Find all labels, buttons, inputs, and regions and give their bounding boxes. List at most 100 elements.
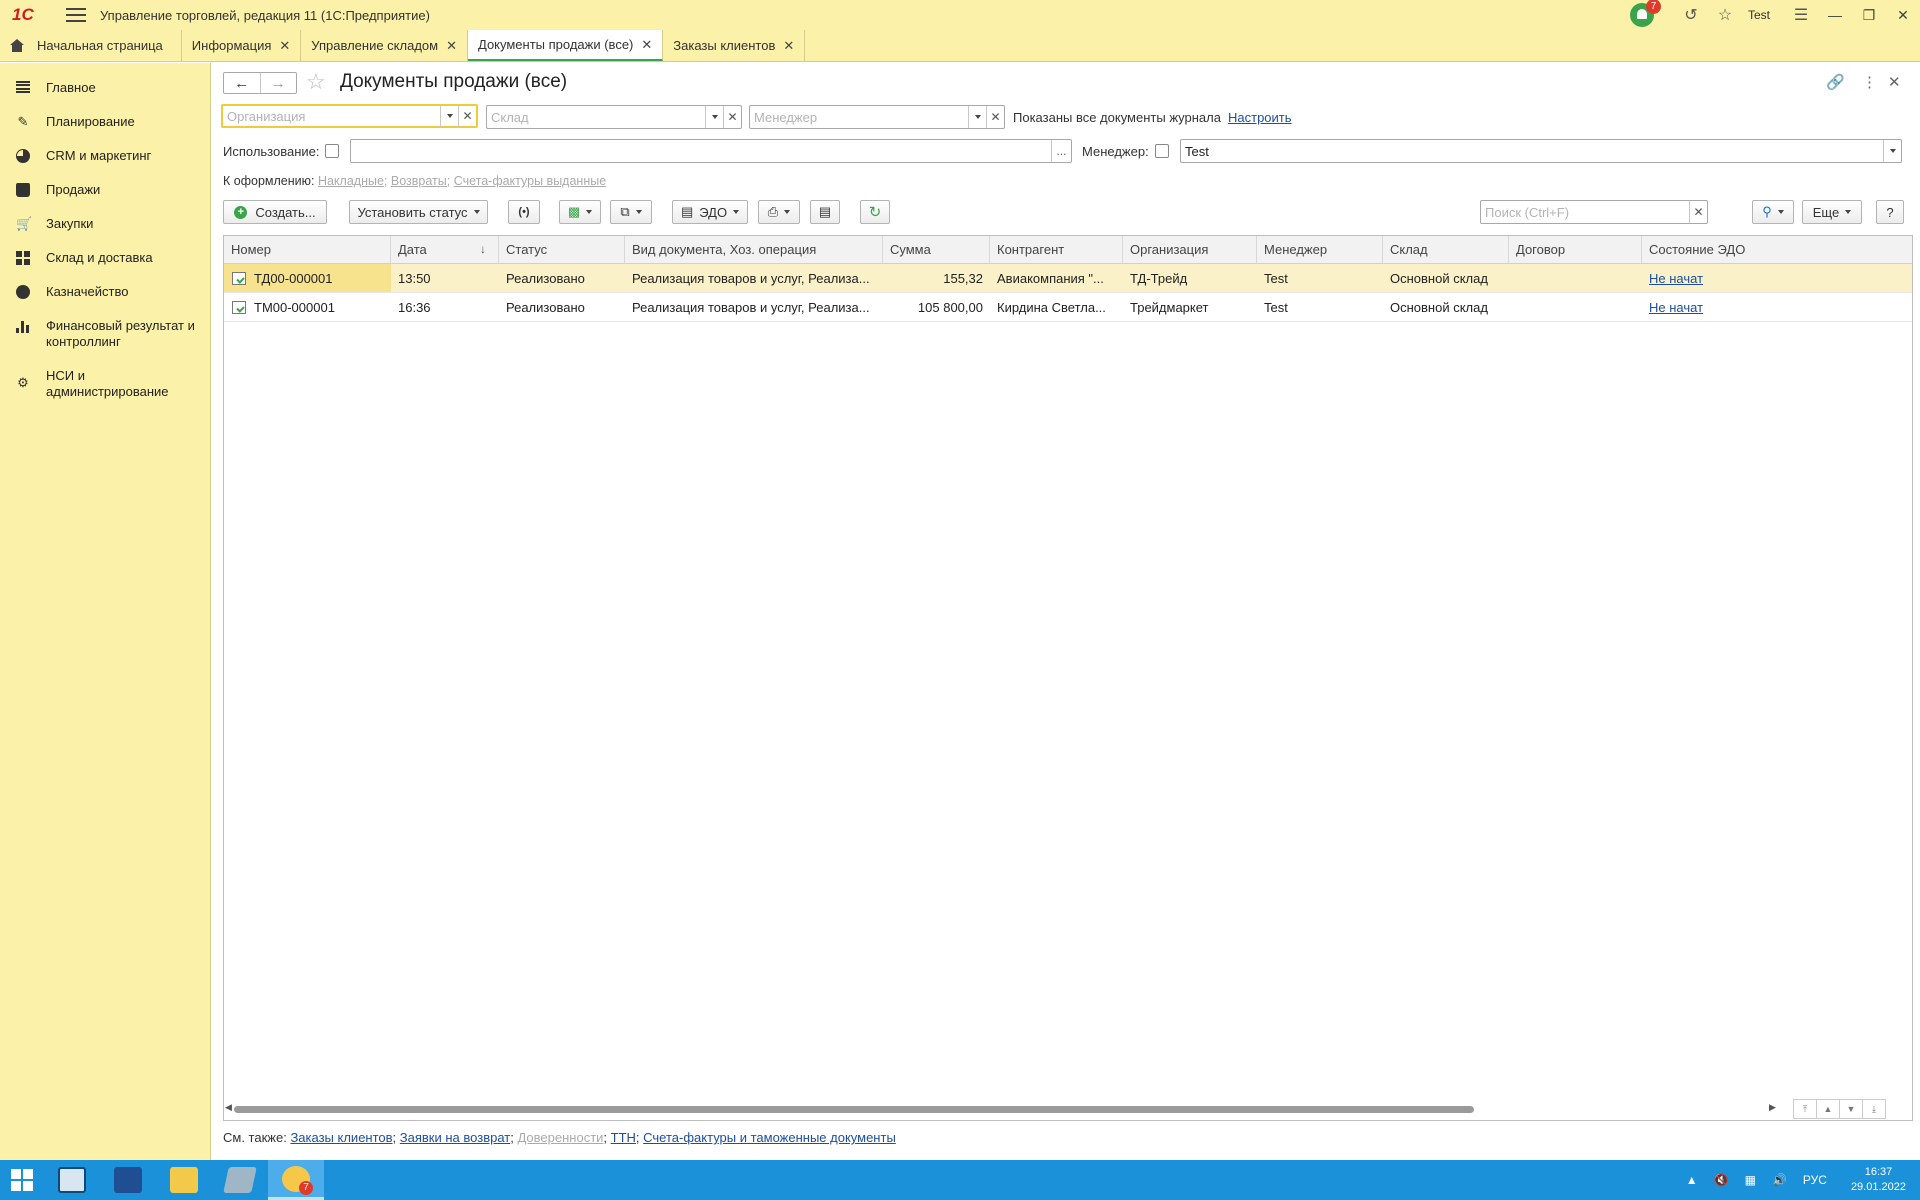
- taskbar-tablet-app[interactable]: [212, 1160, 268, 1200]
- scroll-down-icon[interactable]: ▼: [1839, 1099, 1863, 1119]
- close-tab-icon[interactable]: ✕: [279, 38, 290, 54]
- horizontal-scrollbar[interactable]: [234, 1106, 1474, 1113]
- close-window-button[interactable]: ✕: [1886, 0, 1920, 30]
- manager-filter-field[interactable]: Менеджер ✕: [749, 105, 1005, 129]
- clear-icon[interactable]: ✕: [458, 105, 476, 127]
- settings-menu-icon[interactable]: ☰: [1784, 0, 1818, 30]
- ttn-link[interactable]: ТТН: [611, 1130, 636, 1145]
- powers-of-attorney-link[interactable]: Доверенности: [517, 1130, 603, 1145]
- scroll-right-icon[interactable]: ▶: [1769, 1102, 1776, 1113]
- scroll-left-icon[interactable]: ◀: [225, 1102, 232, 1113]
- column-sum[interactable]: Сумма: [883, 236, 990, 263]
- sidebar-item-treasury[interactable]: ₽ Казначейство: [0, 275, 210, 309]
- manager-field[interactable]: Test: [1180, 139, 1902, 163]
- help-button[interactable]: ?: [1876, 200, 1904, 224]
- user-name[interactable]: Test: [1748, 8, 1770, 22]
- return-requests-link[interactable]: Заявки на возврат: [400, 1130, 510, 1145]
- taskbar-server-manager[interactable]: [44, 1160, 100, 1200]
- set-status-button[interactable]: Установить статус: [349, 200, 488, 224]
- minimize-button[interactable]: —: [1818, 0, 1852, 30]
- close-tab-icon[interactable]: ✕: [641, 37, 652, 53]
- invoices-link[interactable]: Накладные: [318, 174, 384, 188]
- dropdown-arrow-icon[interactable]: [1883, 140, 1901, 162]
- tray-expand-icon[interactable]: ▲: [1686, 1173, 1698, 1187]
- select-ellipsis-button[interactable]: ...: [1051, 140, 1071, 162]
- warehouse-field[interactable]: Склад ✕: [486, 105, 742, 129]
- customer-orders-link[interactable]: Заказы клиентов: [290, 1130, 392, 1145]
- usage-field[interactable]: ...: [350, 139, 1072, 163]
- broadcast-icon[interactable]: (•): [508, 200, 540, 224]
- report-icon[interactable]: ▤: [810, 200, 840, 224]
- close-form-icon[interactable]: ✕: [1888, 73, 1901, 91]
- sidebar-item-crm[interactable]: CRM и маркетинг: [0, 139, 210, 173]
- column-edo-state[interactable]: Состояние ЭДО: [1642, 236, 1852, 263]
- column-counterparty[interactable]: Контрагент: [990, 236, 1123, 263]
- clear-icon[interactable]: ✕: [723, 106, 741, 128]
- configure-link[interactable]: Настроить: [1228, 110, 1292, 125]
- print-icon[interactable]: ⎙: [758, 200, 800, 224]
- column-manager[interactable]: Менеджер: [1257, 236, 1383, 263]
- speaker-icon[interactable]: 🔊: [1772, 1173, 1787, 1187]
- history-icon[interactable]: ↺: [1674, 0, 1708, 30]
- sidebar-item-main[interactable]: Главное: [0, 71, 210, 105]
- favorite-star-icon[interactable]: ☆: [306, 70, 326, 94]
- search-input[interactable]: Поиск (Ctrl+F) ✕: [1480, 200, 1708, 224]
- network-icon[interactable]: ▦: [1745, 1173, 1756, 1187]
- input-language[interactable]: РУС: [1803, 1173, 1827, 1187]
- column-warehouse[interactable]: Склад: [1383, 236, 1509, 263]
- taskbar-1c[interactable]: 7: [268, 1160, 324, 1200]
- sidebar-item-purchases[interactable]: 🛒 Закупки: [0, 207, 210, 241]
- column-date[interactable]: Дата ↓: [391, 236, 499, 263]
- clear-icon[interactable]: ✕: [986, 106, 1004, 128]
- refresh-icon[interactable]: ↻: [860, 200, 890, 224]
- main-menu-icon[interactable]: [66, 8, 86, 22]
- column-doc-type[interactable]: Вид документа, Хоз. операция: [625, 236, 883, 263]
- edo-state-link[interactable]: Не начат: [1649, 271, 1703, 286]
- start-button[interactable]: [0, 1160, 44, 1200]
- clear-search-icon[interactable]: ✕: [1689, 201, 1707, 223]
- copy-documents-icon[interactable]: ⧉: [610, 200, 652, 224]
- returns-link[interactable]: Возвраты: [391, 174, 447, 188]
- dropdown-arrow-icon[interactable]: [968, 106, 986, 128]
- sidebar-item-warehouse[interactable]: Склад и доставка: [0, 241, 210, 275]
- sidebar-item-admin[interactable]: ⚙ НСИ и администрирование: [0, 359, 210, 409]
- column-status[interactable]: Статус: [499, 236, 625, 263]
- taskbar-powershell[interactable]: [100, 1160, 156, 1200]
- column-organization[interactable]: Организация: [1123, 236, 1257, 263]
- dropdown-arrow-icon[interactable]: [705, 106, 723, 128]
- restore-button[interactable]: ❐: [1852, 0, 1886, 30]
- more-vertical-icon[interactable]: ⋮: [1862, 73, 1877, 91]
- tab-warehouse-management[interactable]: Управление складом ✕: [301, 30, 468, 61]
- notifications-icon[interactable]: 7: [1629, 0, 1661, 27]
- clock[interactable]: 16:37 29.01.2022: [1851, 1165, 1906, 1195]
- close-tab-icon[interactable]: ✕: [446, 38, 457, 54]
- taskbar-explorer[interactable]: [156, 1160, 212, 1200]
- tab-sales-documents[interactable]: Документы продажи (все) ✕: [468, 30, 664, 61]
- scroll-bottom-icon[interactable]: ⤓: [1862, 1099, 1886, 1119]
- back-arrow-icon[interactable]: ←: [224, 73, 260, 93]
- forward-arrow-icon[interactable]: →: [259, 73, 297, 93]
- volume-mute-icon[interactable]: 🔇: [1714, 1173, 1729, 1187]
- table-row[interactable]: ТД00-000001 13:50 Реализовано Реализация…: [224, 264, 1912, 293]
- edo-button[interactable]: ▤ ЭДО: [672, 200, 748, 224]
- scroll-top-icon[interactable]: ⤒: [1793, 1099, 1817, 1119]
- tab-customer-orders[interactable]: Заказы клиентов ✕: [663, 30, 806, 61]
- sidebar-item-sales[interactable]: Продажи: [0, 173, 210, 207]
- app-logo[interactable]: 1С: [12, 4, 46, 26]
- column-contract[interactable]: Договор: [1509, 236, 1642, 263]
- column-number[interactable]: Номер: [224, 236, 391, 263]
- favorites-icon[interactable]: ☆: [1708, 0, 1742, 30]
- sidebar-item-planning[interactable]: ✎ Планирование: [0, 105, 210, 139]
- generate-documents-icon[interactable]: ▩: [559, 200, 601, 224]
- usage-checkbox[interactable]: [325, 144, 339, 158]
- issued-invoices-link[interactable]: Счета-фактуры выданные: [454, 174, 606, 188]
- edo-state-link[interactable]: Не начат: [1649, 300, 1703, 315]
- manager-checkbox[interactable]: [1155, 144, 1169, 158]
- create-button[interactable]: + Создать...: [223, 200, 327, 224]
- dropdown-arrow-icon[interactable]: [440, 105, 458, 127]
- search-icon[interactable]: ⚲: [1752, 200, 1794, 224]
- tab-home[interactable]: Начальная страница: [0, 30, 182, 61]
- organization-field[interactable]: Организация ✕: [221, 104, 478, 128]
- invoices-customs-link[interactable]: Счета-фактуры и таможенные документы: [643, 1130, 896, 1145]
- tab-info[interactable]: Информация ✕: [182, 30, 302, 61]
